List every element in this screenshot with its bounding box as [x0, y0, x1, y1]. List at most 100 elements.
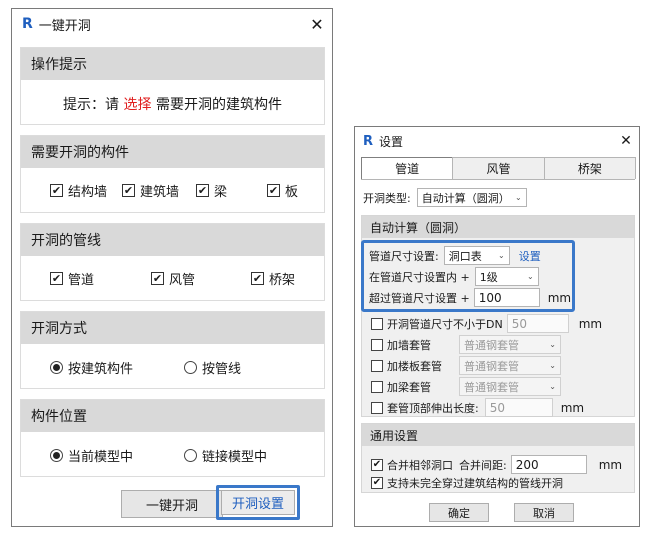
min-dn-label: 开洞管道尺寸不小于DN [387, 317, 503, 331]
checkbox-checked-icon: ✔ [267, 184, 280, 197]
checkbox-unchecked-icon[interactable] [371, 338, 383, 351]
settings-title: 设置 [379, 134, 404, 149]
checkbox-duct[interactable]: ✔ 风管 [151, 269, 195, 288]
revit-logo-icon: R [22, 16, 33, 32]
radio-unselected-icon [184, 449, 197, 462]
dialog-titlebar: R 一键开洞 ✕ [12, 9, 332, 39]
min-dn-input[interactable]: 50 [506, 314, 569, 333]
wall-sleeve-value: 普通钢套管 [464, 338, 519, 352]
hint-section-header: 操作提示 [21, 48, 324, 80]
one-click-opening-button[interactable]: 一键开洞 [121, 490, 223, 518]
checkbox-checked-icon: ✔ [251, 272, 264, 285]
opening-type-row: 开洞类型: 自动计算（圆洞） ⌄ [363, 188, 527, 207]
slab-sleeve-row: 加楼板套管 普通钢套管 ⌄ [371, 356, 561, 375]
spacing-input[interactable]: 200 [510, 455, 587, 474]
opening-type-select[interactable]: 自动计算（圆洞） ⌄ [416, 188, 527, 207]
radio-by-pipe[interactable]: 按管线 [184, 358, 241, 377]
radio-by-component[interactable]: 按建筑构件 [50, 358, 133, 377]
min-dn-unit: mm [578, 316, 603, 331]
sleeve-top-input[interactable]: 50 [484, 398, 553, 417]
merge-row: ✔ 合并相邻洞口 合并间距: 200 mm [371, 455, 622, 474]
radio-selected-icon [50, 449, 63, 462]
method-section: 开洞方式 按建筑构件 按管线 [20, 311, 325, 389]
checkbox-unchecked-icon[interactable] [371, 359, 383, 372]
pipe-size-highlight-frame [361, 240, 575, 312]
opening-settings-button[interactable]: 开洞设置 [221, 490, 295, 515]
opening-type-label: 开洞类型: [363, 191, 411, 205]
checkbox-label: 结构墙 [68, 185, 108, 200]
beam-sleeve-select[interactable]: 普通钢套管 ⌄ [459, 377, 561, 396]
spacing-unit: mm [598, 457, 623, 472]
tab-duct[interactable]: 风管 [452, 157, 545, 179]
chevron-down-icon: ⌄ [549, 340, 556, 349]
hint-suffix: 需要开洞的建筑构件 [155, 97, 282, 113]
checkbox-unchecked-icon[interactable] [371, 380, 383, 393]
partial-label: 支持未完全穿过建筑结构的管线开洞 [387, 477, 563, 490]
chevron-down-icon: ⌄ [515, 193, 522, 202]
tab-pipe[interactable]: 管道 [361, 157, 454, 179]
hint-prefix: 提示：请 [63, 97, 120, 113]
settings-titlebar: R 设置 ✕ [355, 127, 639, 155]
cancel-button[interactable]: 取消 [514, 503, 574, 522]
checkbox-label: 管道 [68, 273, 95, 288]
checkbox-checked-icon[interactable]: ✔ [371, 458, 383, 471]
checkbox-label: 梁 [214, 185, 228, 200]
radio-linked-model[interactable]: 链接模型中 [184, 446, 267, 465]
radio-current-model[interactable]: 当前模型中 [50, 446, 133, 465]
checkbox-structural-wall[interactable]: ✔ 结构墙 [50, 181, 107, 200]
radio-label: 按建筑构件 [68, 362, 134, 377]
pipes-section-header: 开洞的管线 [21, 224, 324, 256]
components-section: 需要开洞的构件 ✔ 结构墙 ✔ 建筑墙 ✔ 梁 ✔ 板 [20, 135, 325, 213]
tab-cable-tray[interactable]: 桥架 [543, 157, 636, 179]
checkbox-pipe[interactable]: ✔ 管道 [50, 269, 94, 288]
checkbox-checked-icon: ✔ [50, 272, 63, 285]
checkbox-label: 风管 [169, 273, 196, 288]
general-settings-header: 通用设置 [362, 424, 634, 446]
radio-unselected-icon [184, 361, 197, 374]
revit-logo-icon: R [363, 133, 374, 149]
hint-section: 操作提示 提示：请 选择 需要开洞的建筑构件 [20, 47, 325, 125]
close-icon[interactable]: ✕ [613, 127, 639, 155]
slab-sleeve-select[interactable]: 普通钢套管 ⌄ [459, 356, 561, 375]
checkbox-checked-icon: ✔ [196, 184, 209, 197]
checkbox-slab[interactable]: ✔ 板 [267, 181, 298, 200]
checkbox-checked-icon: ✔ [122, 184, 135, 197]
checkbox-label: 板 [285, 185, 299, 200]
checkbox-architectural-wall[interactable]: ✔ 建筑墙 [122, 181, 179, 200]
hint-text: 提示：请 选择 需要开洞的建筑构件 [21, 94, 324, 114]
radio-label: 按管线 [202, 362, 242, 377]
auto-calc-header: 自动计算（圆洞） [362, 216, 634, 238]
dialog-title: 一键开洞 [38, 18, 91, 34]
radio-selected-icon [50, 361, 63, 374]
slab-sleeve-label: 加楼板套管 [387, 359, 442, 373]
beam-sleeve-row: 加梁套管 普通钢套管 ⌄ [371, 377, 561, 396]
settings-dialog: R 设置 ✕ 管道 风管 桥架 开洞类型: 自动计算（圆洞） ⌄ 自动计算（圆洞… [354, 126, 640, 527]
sleeve-top-row: 套管顶部伸出长度: 50 mm [371, 398, 584, 417]
method-section-header: 开洞方式 [21, 312, 324, 344]
close-icon[interactable]: ✕ [302, 9, 332, 39]
hint-select-keyword: 选择 [123, 97, 152, 113]
sleeve-top-label: 套管顶部伸出长度: [387, 401, 479, 415]
one-click-opening-dialog: R 一键开洞 ✕ 操作提示 提示：请 选择 需要开洞的建筑构件 需要开洞的构件 … [11, 8, 333, 527]
ok-button[interactable]: 确定 [429, 503, 489, 522]
chevron-down-icon: ⌄ [549, 382, 556, 391]
radio-label: 链接模型中 [202, 450, 268, 465]
wall-sleeve-row: 加墙套管 普通钢套管 ⌄ [371, 335, 561, 354]
checkbox-checked-icon: ✔ [151, 272, 164, 285]
settings-tabs: 管道 风管 桥架 [361, 157, 636, 180]
checkbox-unchecked-icon[interactable] [371, 317, 383, 330]
checkbox-label: 桥架 [269, 273, 296, 288]
checkbox-beam[interactable]: ✔ 梁 [196, 181, 227, 200]
checkbox-checked-icon[interactable]: ✔ [371, 477, 383, 489]
beam-sleeve-value: 普通钢套管 [464, 380, 519, 394]
merge-label: 合并相邻洞口 [387, 458, 453, 472]
radio-label: 当前模型中 [68, 450, 134, 465]
checkbox-cable-tray[interactable]: ✔ 桥架 [251, 269, 295, 288]
min-dn-row: 开洞管道尺寸不小于DN 50 mm [371, 314, 602, 333]
wall-sleeve-select[interactable]: 普通钢套管 ⌄ [459, 335, 561, 354]
beam-sleeve-label: 加梁套管 [387, 380, 431, 394]
sleeve-top-unit: mm [560, 400, 585, 415]
checkbox-unchecked-icon[interactable] [371, 401, 383, 414]
checkbox-checked-icon: ✔ [50, 184, 63, 197]
location-section-header: 构件位置 [21, 400, 324, 432]
